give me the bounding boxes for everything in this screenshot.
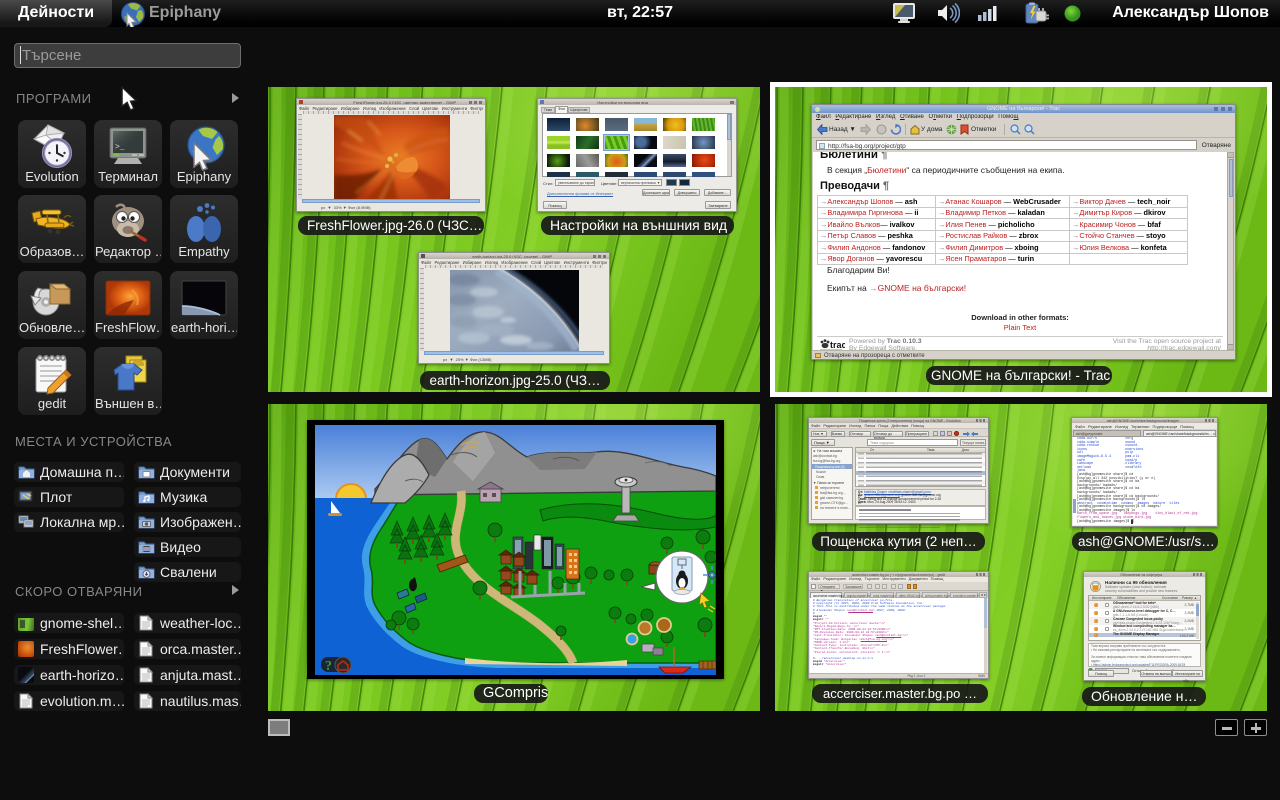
- svg-text:>_: >_: [115, 143, 125, 152]
- svg-text:trac: trac: [830, 340, 845, 350]
- svg-text:?: ?: [325, 659, 332, 674]
